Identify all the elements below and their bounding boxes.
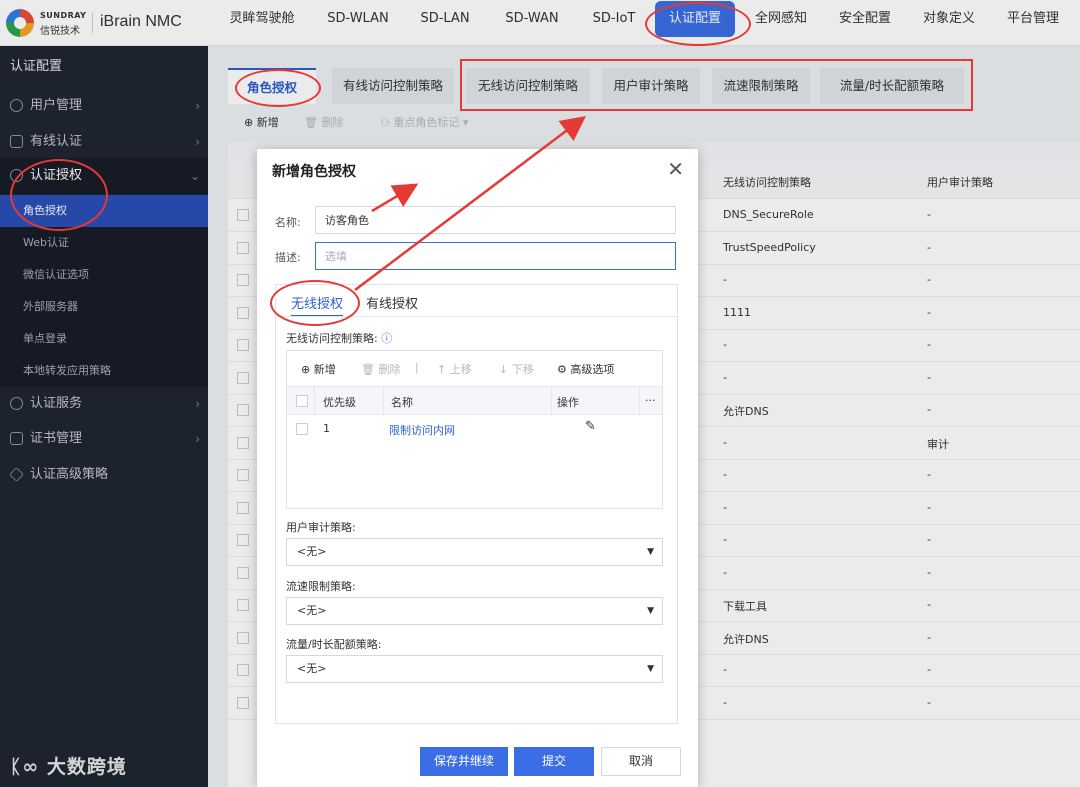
- desc-input[interactable]: [315, 242, 676, 270]
- annotation-circle: [235, 69, 321, 107]
- wireless-policy-label: 无线访问控制策略: ⓘ: [286, 332, 393, 345]
- row-checkbox[interactable]: [296, 423, 308, 435]
- tab-wired-auth[interactable]: 有线授权: [366, 293, 418, 317]
- annotation-circle: [10, 159, 108, 231]
- close-icon[interactable]: ✕: [667, 157, 684, 181]
- column-menu-button[interactable]: ···: [645, 394, 656, 407]
- col-op: 操作: [557, 396, 579, 409]
- speed-select[interactable]: <无> ▼: [286, 597, 663, 625]
- auth-panel: 无线授权 有线授权 无线访问控制策略: ⓘ ⊕ 新增 🗑 删除 | ↑ 上移 ↓…: [275, 284, 678, 724]
- grid-toolbar: ⊕ 新增 🗑 删除 | ↑ 上移 ↓ 下移 ⚙ 高级选项: [287, 351, 662, 387]
- cancel-button[interactable]: 取消: [601, 747, 681, 776]
- info-icon[interactable]: ⓘ: [381, 332, 392, 345]
- row-policy-link[interactable]: 限制访问内网: [389, 422, 455, 438]
- speed-label: 流速限制策略:: [286, 580, 356, 593]
- col-divider: [551, 387, 552, 415]
- caret-down-icon: ▼: [647, 547, 654, 557]
- caret-down-icon: ▼: [647, 606, 654, 616]
- col-priority: 优先级: [323, 396, 356, 409]
- grid-add-button[interactable]: ⊕ 新增: [301, 361, 336, 377]
- annotation-circle: [645, 2, 751, 46]
- dialog-title: 新增角色授权: [272, 164, 356, 180]
- edit-pencil-icon[interactable]: ✎: [585, 419, 596, 434]
- desc-label: 描述:: [275, 251, 301, 264]
- quota-label: 流量/时长配额策略:: [286, 638, 382, 651]
- row-priority: 1: [323, 422, 330, 435]
- move-down-button[interactable]: ↓ 下移: [499, 361, 534, 377]
- add-role-dialog: 新增角色授权 ✕ 名称: 描述: 无线授权 有线授权 无线访问控制策略: ⓘ ⊕…: [257, 149, 698, 787]
- wireless-policy-grid: ⊕ 新增 🗑 删除 | ↑ 上移 ↓ 下移 ⚙ 高级选项 优先级 名称 操作 ·…: [286, 350, 663, 509]
- grid-header: 优先级 名称 操作 ···: [287, 387, 662, 415]
- col-divider: [314, 387, 315, 415]
- grid-select-all-checkbox[interactable]: [296, 395, 308, 407]
- annotation-box: [460, 59, 973, 111]
- submit-button[interactable]: 提交: [514, 747, 594, 776]
- name-input[interactable]: [315, 206, 676, 234]
- col-divider: [639, 387, 640, 415]
- quota-select[interactable]: <无> ▼: [286, 655, 663, 683]
- move-up-button[interactable]: ↑ 上移: [437, 361, 472, 377]
- name-label: 名称:: [275, 216, 301, 229]
- col-name: 名称: [391, 396, 413, 409]
- audit-select[interactable]: <无> ▼: [286, 538, 663, 566]
- gear-icon: ⚙: [557, 363, 567, 376]
- advanced-options-button[interactable]: ⚙ 高级选项: [557, 361, 614, 377]
- annotation-circle: [270, 280, 360, 326]
- grid-delete-button[interactable]: 🗑 删除: [361, 361, 400, 377]
- grid-separator: |: [415, 361, 419, 374]
- table-row: 1 限制访问内网 ✎: [287, 415, 662, 443]
- col-divider: [383, 387, 384, 415]
- save-continue-button[interactable]: 保存并继续: [420, 747, 508, 776]
- audit-label: 用户审计策略:: [286, 521, 356, 534]
- caret-down-icon: ▼: [647, 664, 654, 674]
